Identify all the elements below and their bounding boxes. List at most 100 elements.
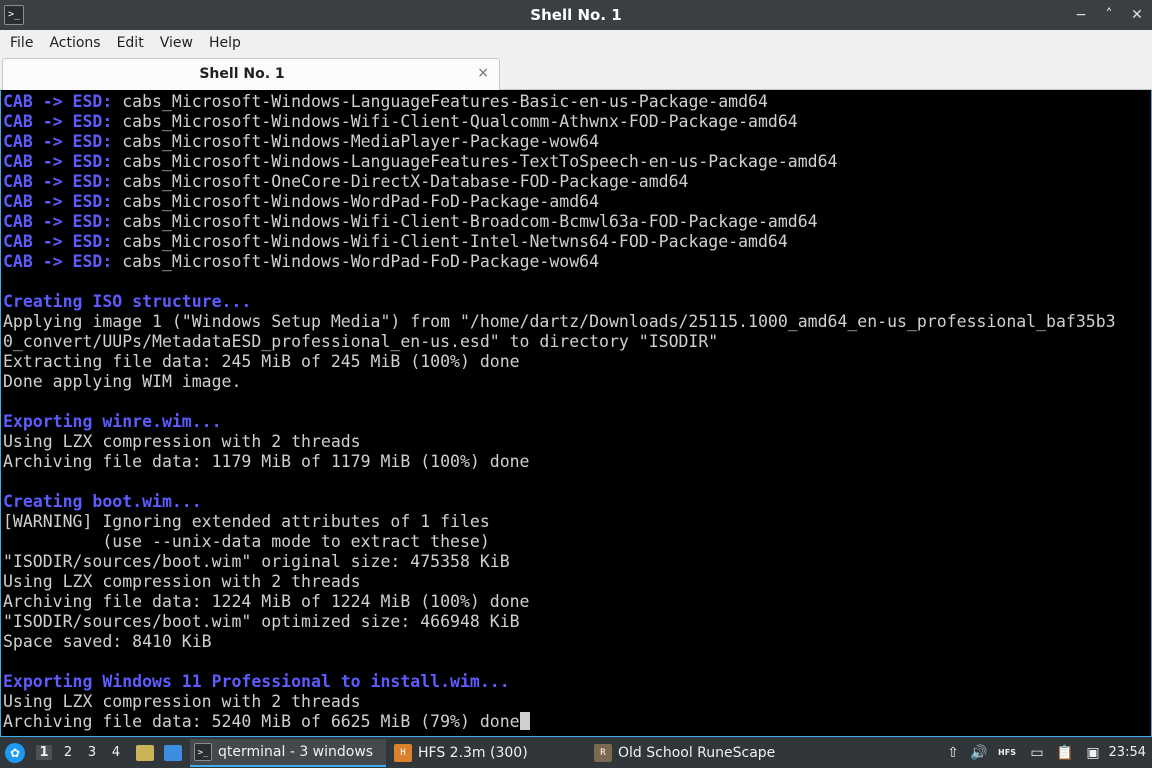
terminal-line-text: Using LZX compression with 2 threads bbox=[3, 432, 361, 451]
menu-view[interactable]: View bbox=[154, 35, 199, 51]
task-qterminal[interactable]: >_ qterminal - 3 windows bbox=[190, 739, 386, 767]
terminal-line: (use --unix-data mode to extract these) bbox=[3, 532, 1151, 552]
terminal-line: CAB -> ESD: cabs_Microsoft-Windows-Langu… bbox=[3, 92, 1151, 112]
terminal-line: Archiving file data: 1179 MiB of 1179 Mi… bbox=[3, 452, 1151, 472]
terminal-line-text: Extracting file data: 245 MiB of 245 MiB… bbox=[3, 352, 520, 371]
terminal-line-text: Archiving file data: 1224 MiB of 1224 Mi… bbox=[3, 592, 530, 611]
terminal-line-text: cabs_Microsoft-Windows-LanguageFeatures-… bbox=[112, 152, 838, 171]
terminal-line: Done applying WIM image. bbox=[3, 372, 1151, 392]
task-label: HFS 2.3m (300) bbox=[418, 745, 528, 761]
terminal-line: Creating ISO structure... bbox=[3, 292, 1151, 312]
tab-close-icon[interactable]: × bbox=[477, 65, 489, 81]
terminal-line-text: Done applying WIM image. bbox=[3, 372, 242, 391]
terminal-line-text: Applying image 1 ("Windows Setup Media")… bbox=[3, 312, 1116, 331]
terminal-line-text: "ISODIR/sources/boot.wim" optimized size… bbox=[3, 612, 520, 631]
desktop-4[interactable]: 4 bbox=[108, 745, 124, 760]
maximize-icon[interactable]: ˄ bbox=[1100, 4, 1118, 26]
terminal-line-text: cabs_Microsoft-Windows-WordPad-FoD-Packa… bbox=[112, 252, 600, 271]
terminal-line-text: Using LZX compression with 2 threads bbox=[3, 572, 361, 591]
terminal-line: Space saved: 8410 KiB bbox=[3, 632, 1151, 652]
hfs-icon: H bbox=[394, 744, 412, 762]
menu-file[interactable]: File bbox=[4, 35, 39, 51]
terminal-cursor bbox=[519, 712, 530, 730]
terminal-line-text: cabs_Microsoft-Windows-Wifi-Client-Qualc… bbox=[112, 112, 798, 131]
terminal-line-highlight: CAB -> ESD: bbox=[3, 232, 113, 251]
terminal-line: Archiving file data: 1224 MiB of 1224 Mi… bbox=[3, 592, 1151, 612]
task-hfs[interactable]: H HFS 2.3m (300) bbox=[390, 739, 586, 767]
terminal-line-highlight: Creating ISO structure... bbox=[3, 292, 252, 311]
menu-actions[interactable]: Actions bbox=[43, 35, 106, 51]
volume-icon[interactable]: 🔊 bbox=[970, 744, 988, 762]
terminal-line-text: Using LZX compression with 2 threads bbox=[3, 692, 361, 711]
terminal-line: CAB -> ESD: cabs_Microsoft-Windows-WordP… bbox=[3, 252, 1151, 272]
taskbar: ✿ 1 2 3 4 >_ qterminal - 3 windows H HFS… bbox=[0, 736, 1152, 768]
terminal-icon: >_ bbox=[194, 743, 212, 761]
terminal-line-text: cabs_Microsoft-Windows-WordPad-FoD-Packa… bbox=[112, 192, 600, 211]
terminal-line-text: (use --unix-data mode to extract these) bbox=[3, 532, 490, 551]
tab-shell-1[interactable]: Shell No. 1 × bbox=[2, 58, 500, 90]
screen-icon[interactable]: ▣ bbox=[1084, 744, 1102, 762]
terminal-line-text: 0_convert/UUPs/MetadataESD_professional_… bbox=[3, 332, 719, 351]
terminal-line: CAB -> ESD: cabs_Microsoft-Windows-Wifi-… bbox=[3, 232, 1151, 252]
terminal-line-highlight: CAB -> ESD: bbox=[3, 212, 113, 231]
close-icon[interactable]: ✕ bbox=[1128, 4, 1146, 26]
terminal-line-text: Space saved: 8410 KiB bbox=[3, 632, 212, 651]
window-titlebar[interactable]: >_ Shell No. 1 − ˄ ✕ bbox=[0, 0, 1152, 30]
terminal-line-text: [WARNING] Ignoring extended attributes o… bbox=[3, 512, 490, 531]
terminal-line-highlight: Creating boot.wim... bbox=[3, 492, 202, 511]
desktop-1[interactable]: 1 bbox=[36, 745, 52, 760]
terminal-line: Exporting winre.wim... bbox=[3, 412, 1151, 432]
terminal-line-highlight: Exporting Windows 11 Professional to ins… bbox=[3, 672, 510, 691]
menu-edit[interactable]: Edit bbox=[111, 35, 150, 51]
terminal-line: Using LZX compression with 2 threads bbox=[3, 692, 1151, 712]
terminal-line-highlight: CAB -> ESD: bbox=[3, 132, 113, 151]
desktop-3[interactable]: 3 bbox=[84, 745, 100, 760]
terminal-line: CAB -> ESD: cabs_Microsoft-Windows-Wifi-… bbox=[3, 112, 1151, 132]
terminal-line-text: cabs_Microsoft-Windows-Wifi-Client-Intel… bbox=[112, 232, 788, 251]
terminal-line-highlight: CAB -> ESD: bbox=[3, 252, 113, 271]
clipboard-icon[interactable]: 📋 bbox=[1056, 744, 1074, 762]
terminal-line: CAB -> ESD: cabs_Microsoft-OneCore-Direc… bbox=[3, 172, 1151, 192]
minimize-icon[interactable]: − bbox=[1072, 4, 1090, 26]
tab-bar: Shell No. 1 × bbox=[0, 56, 1152, 90]
terminal-line: Creating boot.wim... bbox=[3, 492, 1151, 512]
hfs-tray-icon[interactable]: HFS bbox=[998, 744, 1016, 762]
task-label: Old School RuneScape bbox=[618, 745, 776, 761]
terminal-line: Applying image 1 ("Windows Setup Media")… bbox=[3, 312, 1151, 332]
terminal-line: Archiving file data: 5240 MiB of 6625 Mi… bbox=[3, 712, 1151, 732]
network-icon[interactable]: ▭ bbox=[1028, 744, 1046, 762]
terminal-line-highlight: CAB -> ESD: bbox=[3, 112, 113, 131]
tab-label: Shell No. 1 bbox=[199, 66, 285, 82]
task-label: qterminal - 3 windows bbox=[218, 744, 374, 760]
start-menu-icon[interactable]: ✿ bbox=[5, 743, 25, 763]
terminal-output[interactable]: CAB -> ESD: cabs_Microsoft-Windows-Langu… bbox=[0, 90, 1152, 736]
terminal-line-text: cabs_Microsoft-Windows-Wifi-Client-Broad… bbox=[112, 212, 818, 231]
show-desktop-icon[interactable] bbox=[164, 745, 182, 761]
terminal-line: [WARNING] Ignoring extended attributes o… bbox=[3, 512, 1151, 532]
terminal-line: "ISODIR/sources/boot.wim" optimized size… bbox=[3, 612, 1151, 632]
terminal-line: Using LZX compression with 2 threads bbox=[3, 572, 1151, 592]
terminal-line: 0_convert/UUPs/MetadataESD_professional_… bbox=[3, 332, 1151, 352]
terminal-line-highlight: Exporting winre.wim... bbox=[3, 412, 222, 431]
file-manager-icon[interactable] bbox=[136, 745, 154, 761]
window-title: Shell No. 1 bbox=[530, 6, 622, 24]
terminal-line-text: cabs_Microsoft-Windows-LanguageFeatures-… bbox=[112, 92, 768, 111]
clock[interactable]: 23:54 bbox=[1109, 745, 1146, 760]
desktop-2[interactable]: 2 bbox=[60, 745, 76, 760]
terminal-icon[interactable]: >_ bbox=[4, 5, 24, 25]
terminal-line-text: "ISODIR/sources/boot.wim" original size:… bbox=[3, 552, 510, 571]
terminal-line: CAB -> ESD: cabs_Microsoft-Windows-Langu… bbox=[3, 152, 1151, 172]
terminal-line-text: cabs_Microsoft-OneCore-DirectX-Database-… bbox=[112, 172, 689, 191]
terminal-line-highlight: CAB -> ESD: bbox=[3, 92, 113, 111]
terminal-line: CAB -> ESD: cabs_Microsoft-Windows-Media… bbox=[3, 132, 1151, 152]
task-runescape[interactable]: R Old School RuneScape bbox=[590, 739, 800, 767]
menu-help[interactable]: Help bbox=[203, 35, 247, 51]
menu-bar: File Actions Edit View Help bbox=[0, 30, 1152, 56]
terminal-line: Using LZX compression with 2 threads bbox=[3, 432, 1151, 452]
terminal-line-highlight: CAB -> ESD: bbox=[3, 152, 113, 171]
terminal-line: "ISODIR/sources/boot.wim" original size:… bbox=[3, 552, 1151, 572]
upload-icon[interactable]: ⇧ bbox=[944, 744, 962, 762]
